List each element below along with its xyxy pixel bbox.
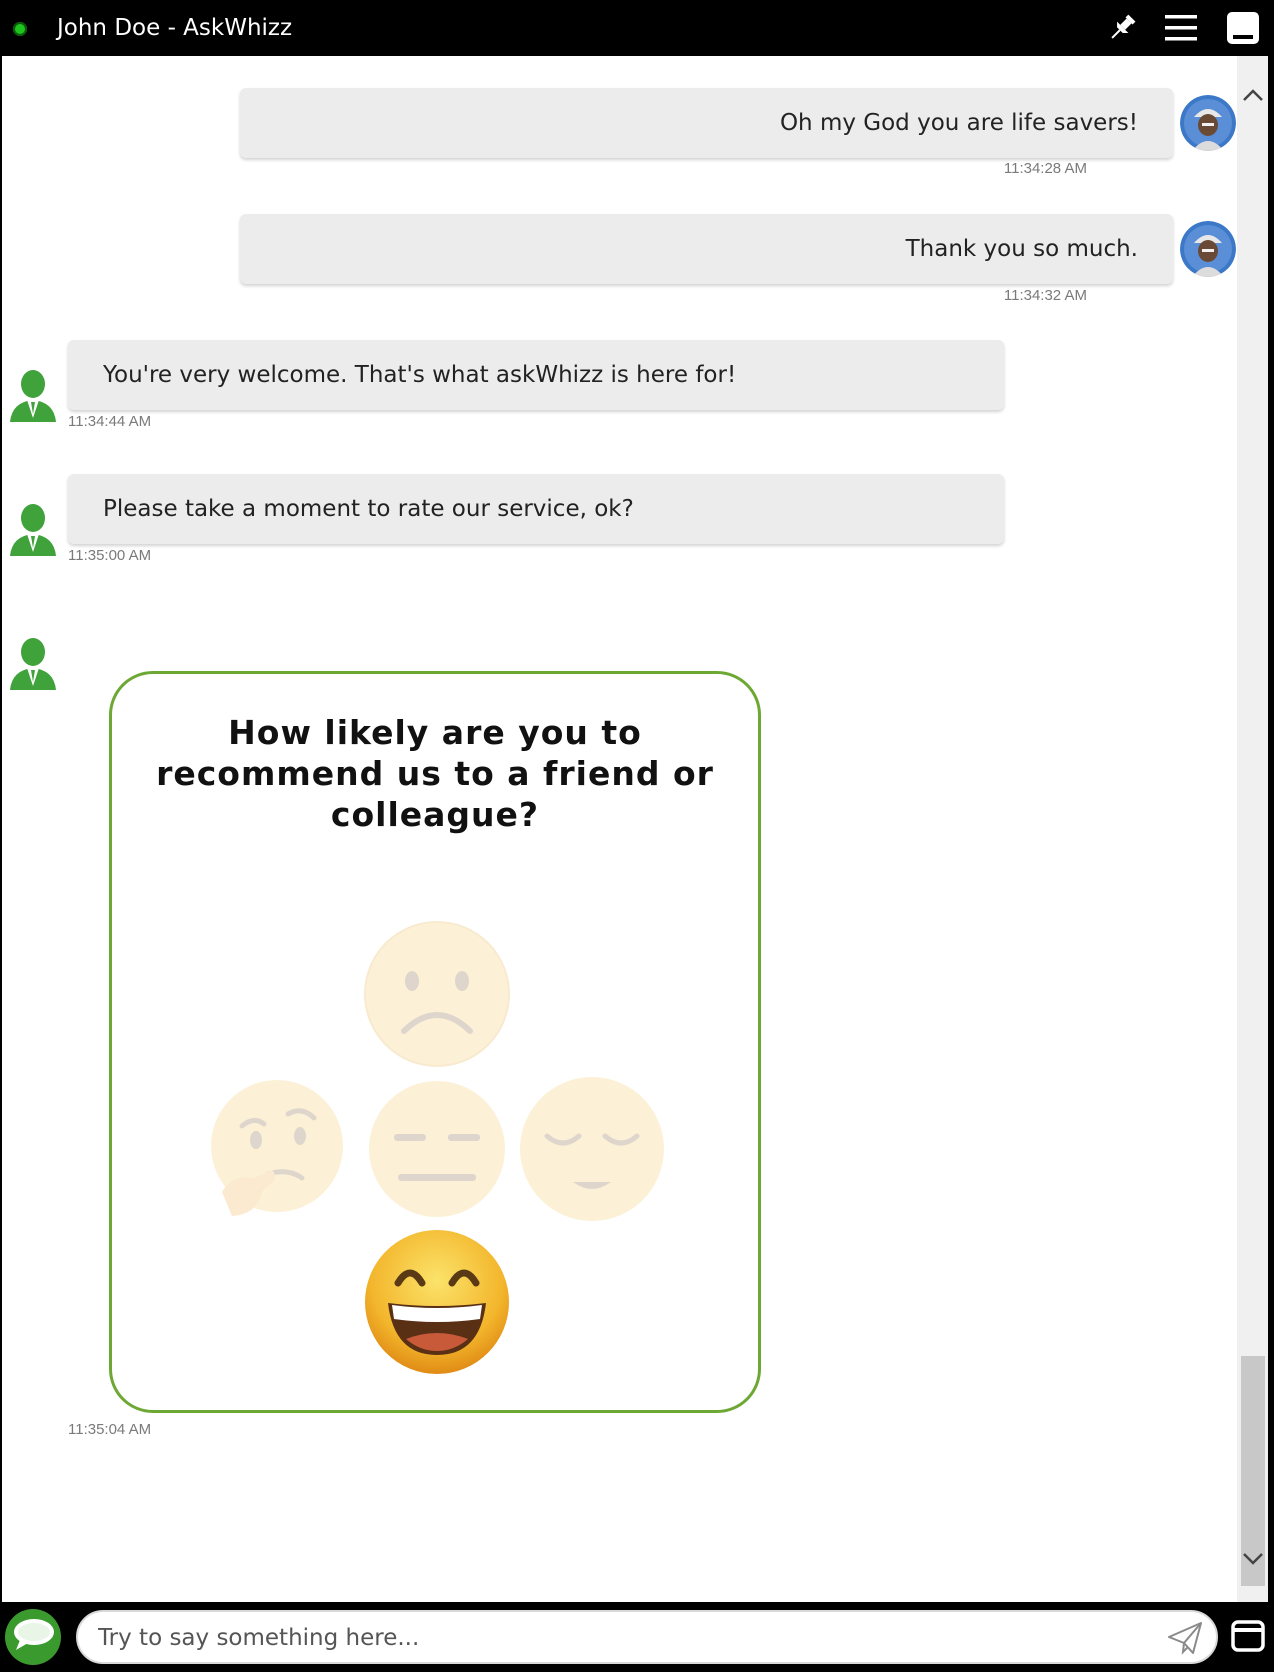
chat-bubble-logo-icon [5, 1609, 61, 1665]
agent-avatar [8, 500, 58, 558]
message-text: Please take a moment to rate our service… [103, 496, 634, 522]
rating-option-neutral[interactable] [362, 1074, 512, 1224]
online-status-icon [13, 22, 27, 36]
minimize-icon [1227, 12, 1259, 44]
agent-avatar-icon [10, 370, 56, 422]
chat-logo [4, 1608, 62, 1666]
message-timestamp: 11:35:00 AM [68, 547, 152, 564]
agent-avatar-icon [10, 504, 56, 556]
agent-avatar-icon [10, 638, 56, 690]
expand-icon [1231, 1620, 1265, 1652]
rating-option-sad[interactable] [362, 919, 512, 1069]
message-input[interactable] [96, 1612, 1130, 1664]
minimize-button[interactable] [1225, 10, 1261, 46]
menu-icon [1165, 15, 1197, 41]
user-avatar [1180, 95, 1236, 151]
window-title: John Doe - AskWhizz [57, 15, 293, 41]
user-message-bubble: Oh my God you are life savers! [240, 88, 1173, 158]
message-text: Oh my God you are life savers! [779, 110, 1138, 136]
agent-message-bubble: Please take a moment to rate our service… [68, 474, 1004, 544]
user-avatar-icon [1180, 95, 1236, 151]
message-timestamp: 11:34:44 AM [68, 413, 152, 430]
neutral-face-icon [369, 1081, 505, 1217]
message-timestamp: 11:35:04 AM [68, 1421, 152, 1438]
user-message-bubble: Thank you so much. [240, 214, 1173, 284]
chevron-down-icon [1243, 1553, 1263, 1565]
menu-button[interactable] [1163, 10, 1199, 46]
send-button[interactable] [1165, 1619, 1205, 1657]
message-timestamp: 11:34:32 AM [1003, 287, 1087, 304]
scroll-down-button[interactable] [1241, 1546, 1265, 1570]
message-text: You're very welcome. That's what askWhiz… [103, 362, 737, 388]
rating-option-happy[interactable] [362, 1227, 512, 1377]
input-bar [0, 1602, 1274, 1672]
chevron-up-icon [1243, 89, 1263, 101]
message-timestamp: 11:34:28 AM [1003, 160, 1087, 177]
grinning-face-icon [365, 1230, 509, 1374]
message-input-container [76, 1610, 1218, 1664]
expand-button[interactable] [1230, 1618, 1266, 1654]
pin-button[interactable] [1104, 10, 1140, 46]
agent-message-bubble: You're very welcome. That's what askWhiz… [68, 340, 1004, 410]
survey-question: How likely are you to recommend us to a … [156, 713, 714, 834]
agent-avatar [8, 366, 58, 424]
chat-transcript: Oh my God you are life savers! 11:34:28 … [2, 56, 1237, 1602]
agent-avatar [8, 634, 58, 692]
send-icon [1168, 1622, 1202, 1655]
title-bar: John Doe - AskWhizz [0, 0, 1274, 56]
rating-option-content[interactable] [517, 1074, 667, 1224]
scroll-up-button[interactable] [1241, 84, 1265, 108]
sad-face-icon [364, 921, 510, 1067]
pin-icon [1111, 14, 1136, 39]
rating-survey-card: How likely are you to recommend us to a … [109, 671, 761, 1413]
message-text: Thank you so much. [905, 236, 1138, 262]
chat-scrollbar[interactable] [1237, 56, 1268, 1602]
relieved-face-icon [520, 1077, 664, 1221]
user-avatar-icon [1180, 221, 1236, 277]
rating-option-thinking[interactable] [202, 1074, 352, 1224]
user-avatar [1180, 221, 1236, 277]
thinking-face-icon [211, 1080, 343, 1216]
